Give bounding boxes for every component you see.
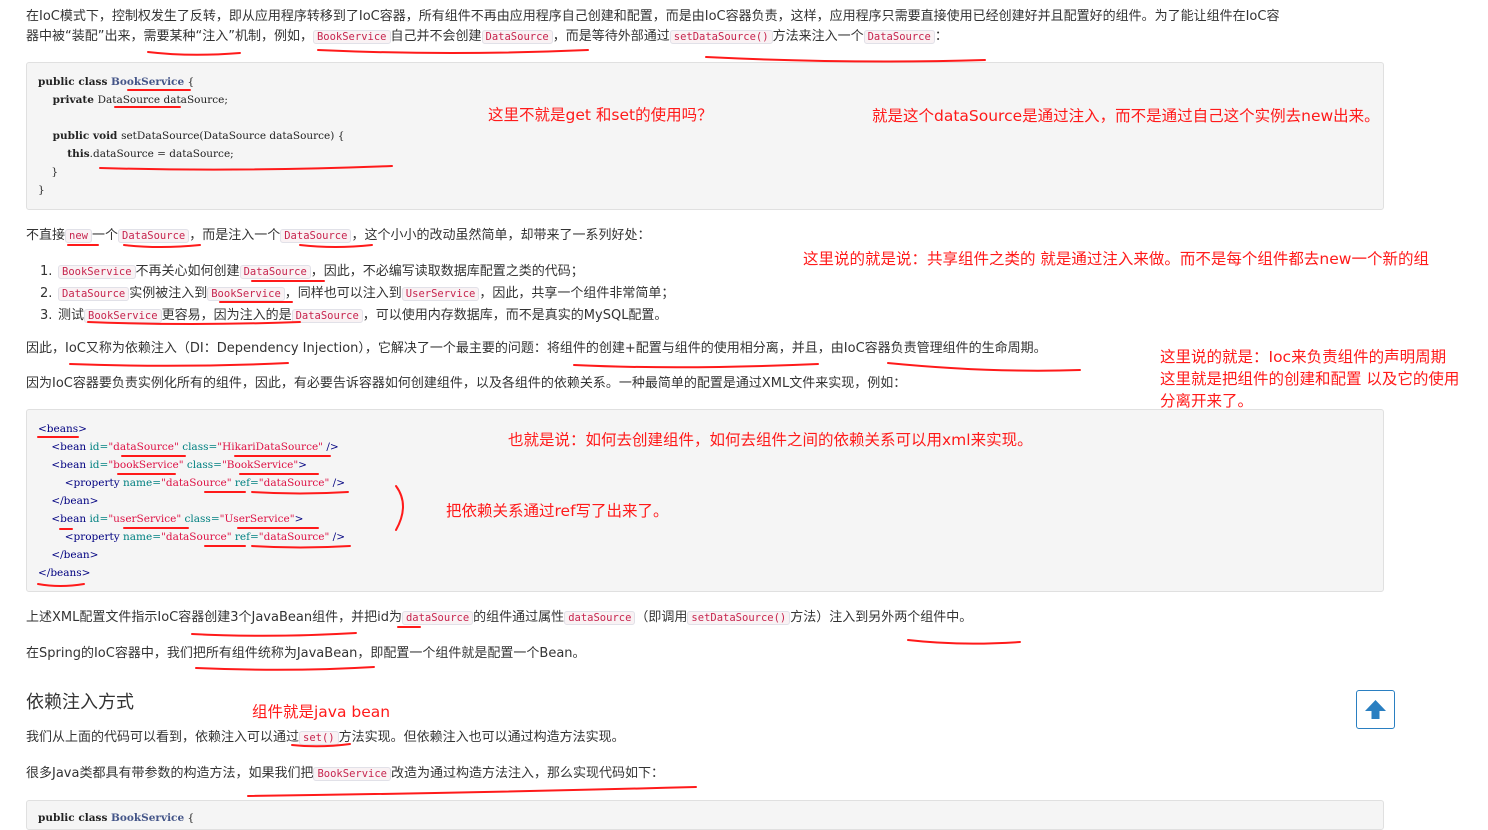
code-line: <bean id="dataSource" class="HikariDataS… [38,441,339,453]
paragraph-ioc-definition: 因此，IoC又称为依赖注入（DI：Dependency Injection），它… [26,341,1047,356]
annotation-note: 也就是说：如何去创建组件，如何去组件之间的依赖关系可以用xml来实现。 [508,431,1033,449]
annotation-note: 组件就是java bean [252,703,391,721]
list-item: 1. BookService 不再关心如何创建 DataSource ，因此，不必编写读… [40,264,584,279]
code-line: public class BookService { [38,76,195,88]
annotation-note: 就是这个dataSource是通过注入，而不是通过自己这个实例去new出来。 [872,107,1380,125]
inline-code: BookService [312,30,391,44]
paragraph-constructor-injection: 很多Java类都具有带参数的构造方法，如果我们把 BookService 改造为通过… [26,766,665,781]
code-line: <bean id="bookService" class="BookServic… [38,459,307,471]
code-line: this.dataSource = dataSource; [38,148,234,160]
code-line: <beans> [38,423,87,435]
inline-code: BookService [313,767,392,781]
code-line: public void setDataSource(DataSource dat… [38,130,345,142]
inline-code: set() [299,731,339,745]
code-line: } [38,166,59,178]
back-to-top-button[interactable] [1356,690,1395,729]
inline-code: DataSource [863,30,935,44]
intro-line-2: 器中被“装配”出来，需要某种“注入”机制，例如， BookService 自己并不会… [26,29,948,44]
inline-code: DataSource [481,30,553,44]
annotation-note: 这里说的就是：Ioc来负责组件的声明周期 [1160,348,1447,366]
paragraph-set-injection: 我们从上面的代码可以看到，依赖注入可以通过 set() 方法实现。但依赖注入也可以通… [26,730,625,745]
inline-code: DataSource [118,229,190,243]
inline-code: new [65,229,92,243]
paragraph-benefits-intro: 不直接 new 一个 DataSource ，而是注入一个 DataSource ，这个小小… [26,228,651,243]
code-line: private DataSource dataSource; [38,94,228,106]
code-line: } [38,184,45,196]
paragraph-xml-config: 因为IoC容器要负责实例化所有的组件，因此，有必要告诉容器如何创建组件，以及各组… [26,376,907,391]
list-item: 3. 测试 BookService 更容易，因为注入的是 DataSource ，可以使用… [40,308,668,323]
section-heading: 依赖注入方式 [26,692,134,713]
code-block-bookservice: public class BookService { private DataS… [26,62,1384,210]
benefits-list: 1. BookService 不再关心如何创建 DataSource ，因此，不必编写读… [26,261,674,327]
code-line: <bean id="userService" class="UserServic… [38,513,304,525]
code-line: public class BookService { [38,812,195,824]
annotation-note: 这里不就是get 和set的使用吗？ [488,106,713,124]
inline-code: setDataSource() [669,30,773,44]
code-line: </bean> [38,549,99,561]
annotation-note: 把依赖关系通过ref写了出来了。 [446,502,669,520]
code-line: </bean> [38,495,99,507]
code-block-constructor: public class BookService { [26,800,1384,830]
inline-code: setDataSource() [687,611,791,625]
paragraph-javabean: 在Spring的IoC容器中，我们把所有组件统称为JavaBean，即配置一个组… [26,646,586,661]
inline-code: DataSource [280,229,352,243]
code-line: <property name="dataSource" ref="dataSou… [38,531,345,543]
annotation-note: 这里就是把组件的创建和配置 以及它的使用 [1160,370,1460,388]
inline-code: dataSource [401,611,474,625]
list-item: 2. DataSource 实例被注入到 BookService ，同样也可以注入到 Us… [40,286,675,301]
code-line: </beans> [38,567,91,579]
arrow-up-icon [1365,700,1386,719]
intro-line-1: 在IoC模式下，控制权发生了反转，即从应用程序转移到了IoC容器，所有组件不再由… [26,9,1280,24]
annotation-note: 这里说的就是说：共享组件之类的 就是通过注入来做。而不是每个组件都去new一个新… [803,250,1429,268]
inline-code: dataSource [564,611,636,625]
annotation-note: 分离开来了。 [1160,392,1254,410]
paragraph-xml-explained: 上述XML配置文件指示IoC容器创建3个JavaBean组件，并把id为 data… [26,610,973,625]
code-line: <property name="dataSource" ref="dataSou… [38,477,345,489]
